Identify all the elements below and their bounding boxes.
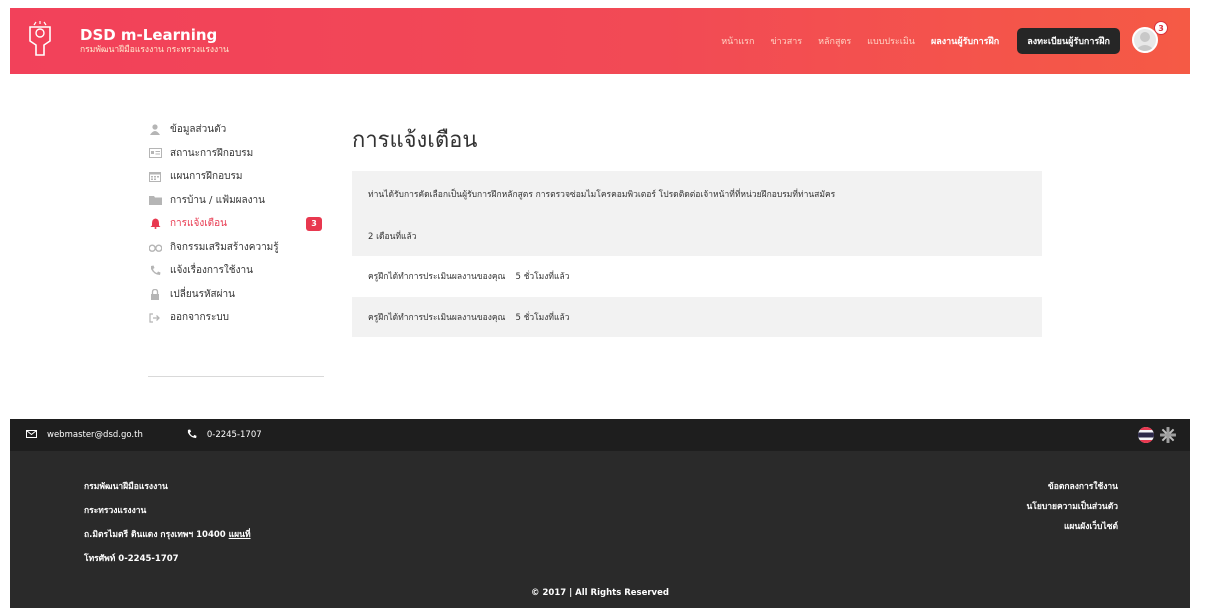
calendar-icon [148,171,162,183]
notification-text-row: ครูฝึกได้ทำการประเมินผลงานของคุณ 5 ชั่วโม… [368,269,570,283]
nav-news[interactable]: ข่าวสาร [770,34,802,48]
phone-icon [187,428,197,442]
notification-text-row: ครูฝึกได้ทำการประเมินผลงานของคุณ 5 ชั่วโม… [368,310,570,324]
footer-address: กรมพัฒนาฝีมือแรงงาน กระทรวงแรงงาน ถ.มิตร… [84,479,251,575]
thai-flag-icon[interactable] [1138,427,1154,443]
footer: กรมพัฒนาฝีมือแรงงาน กระทรวงแรงงาน ถ.มิตร… [10,451,1190,608]
sidebar-item-label: กิจกรรมเสริมสร้างความรู้ [170,241,279,253]
user-icon [148,124,162,136]
notifications-count-badge: 3 [306,216,322,231]
brand[interactable]: DSD m-Learning กรมพัฒนาฝีมือแรงงาน กระทร… [80,25,229,56]
sign-out-icon [148,312,162,324]
footer-tel: โทรศัพท์ 0-2245-1707 [84,554,179,564]
id-card-icon [148,147,162,159]
footer-email[interactable]: webmaster@dsd.go.th [26,429,143,441]
nav-courses[interactable]: หลักสูตร [818,34,851,48]
nav-home[interactable]: หน้าแรก [721,34,754,48]
map-link[interactable]: แผนที่ [229,530,251,540]
language-switcher [1132,427,1176,443]
footer-org-name: กรมพัฒนาฝีมือแรงงาน [84,482,168,492]
sidebar-item-knowledge-activities[interactable]: กิจกรรมเสริมสร้างความรู้ [148,236,324,260]
lock-icon [148,288,162,300]
phone-icon [148,265,162,277]
sidebar-item-label: ข้อมูลส่วนตัว [170,124,227,136]
binoculars-icon [148,241,162,253]
register-trainee-button[interactable]: ลงทะเบียนผู้รับการฝึก [1017,28,1120,54]
footer-phone[interactable]: 0-2245-1707 [187,428,262,442]
notification-text: ครูฝึกได้ทำการประเมินผลงานของคุณ [368,272,506,282]
footer-ministry: กระทรวงแรงงาน [84,506,147,516]
header: DSD m-Learning กรมพัฒนาฝีมือแรงงาน กระทร… [10,8,1190,74]
page-title: การแจ้งเตือน [352,128,478,153]
privacy-policy-link[interactable]: นโยบายความเป็นส่วนตัว [1026,499,1118,519]
notification-item[interactable]: ท่านได้รับการคัดเลือกเป็นผู้รับการฝึกหลั… [352,171,1042,256]
notification-count-badge: 3 [1154,21,1168,35]
brand-title: DSD m-Learning [80,25,218,44]
notification-time: 5 ชั่วโมงที่แล้ว [515,313,570,323]
bell-icon [148,218,162,230]
notification-time: 2 เดือนที่แล้ว [368,232,417,242]
sidebar-item-notifications[interactable]: การแจ้งเตือน 3 [148,212,324,236]
sidebar-item-training-plan[interactable]: แผนการฝึกอบรม [148,165,324,189]
notification-time: 5 ชั่วโมงที่แล้ว [515,272,570,282]
notification-item[interactable]: ครูฝึกได้ทำการประเมินผลงานของคุณ 5 ชั่วโม… [352,262,1042,290]
sitemap-link[interactable]: แผนผังเว็บไซต์ [1026,519,1118,539]
footer-links: ข้อตกลงการใช้งาน นโยบายความเป็นส่วนตัว แ… [1026,479,1118,539]
brand-subtitle: กรมพัฒนาฝีมือแรงงาน กระทรวงแรงงาน [80,44,229,55]
sidebar-item-label: สถานะการฝึกอบรม [170,147,254,159]
sidebar-item-label: เปลี่ยนรหัสผ่าน [170,288,235,300]
footer-address-text: ถ.มิตรไมตรี ดินแดง กรุงเทพฯ 10400 [84,530,226,540]
sidebar-item-logout[interactable]: ออกจากระบบ [148,306,324,330]
user-silhouette-icon [1135,32,1155,51]
sidebar-item-label: แผนการฝึกอบรม [170,171,243,183]
profile-sidebar: ข้อมูลส่วนตัว สถานะการฝึกอบรม แผนการฝึกอ… [148,118,324,330]
user-avatar-menu[interactable]: 3 [1132,21,1168,55]
main-nav: หน้าแรก ข่าวสาร หลักสูตร แบบประเมิน ผลงา… [705,21,1190,55]
terms-of-use-link[interactable]: ข้อตกลงการใช้งาน [1026,479,1118,499]
copyright: © 2017 | All Rights Reserved [531,588,669,598]
sidebar-item-label: การบ้าน / แฟ้มผลงาน [170,194,266,206]
notification-text: ครูฝึกได้ทำการประเมินผลงานของคุณ [368,313,506,323]
notification-text: ท่านได้รับการคัดเลือกเป็นผู้รับการฝึกหลั… [368,190,836,200]
envelope-icon [26,429,37,441]
sidebar-item-report-issue[interactable]: แจ้งเรื่องการใช้งาน [148,259,324,283]
sidebar-item-label: ออกจากระบบ [170,312,230,324]
sidebar-divider [148,376,324,377]
sidebar-item-change-password[interactable]: เปลี่ยนรหัสผ่าน [148,283,324,307]
nav-evaluation[interactable]: แบบประเมิน [867,34,915,48]
dsd-logo-icon[interactable] [24,21,56,61]
uk-flag-icon[interactable] [1160,427,1176,443]
sidebar-item-label: การแจ้งเตือน [170,218,227,230]
footer-phone-text: 0-2245-1707 [206,430,262,440]
notification-item[interactable]: ครูฝึกได้ทำการประเมินผลงานของคุณ 5 ชั่วโม… [352,297,1042,337]
footer-email-text: webmaster@dsd.go.th [47,430,143,440]
nav-trainee-works[interactable]: ผลงานผู้รับการฝึก [931,34,999,48]
folder-icon [148,194,162,206]
sidebar-item-training-status[interactable]: สถานะการฝึกอบรม [148,142,324,166]
page: DSD m-Learning กรมพัฒนาฝีมือแรงงาน กระทร… [0,0,1209,608]
sidebar-item-profile[interactable]: ข้อมูลส่วนตัว [148,118,324,142]
footer-contact-bar: webmaster@dsd.go.th 0-2245-1707 [10,419,1190,451]
sidebar-item-label: แจ้งเรื่องการใช้งาน [170,265,253,277]
sidebar-item-homework-portfolio[interactable]: การบ้าน / แฟ้มผลงาน [148,189,324,213]
footer-address-line: ถ.มิตรไมตรี ดินแดง กรุงเทพฯ 10400 แผนที่ [84,527,251,551]
